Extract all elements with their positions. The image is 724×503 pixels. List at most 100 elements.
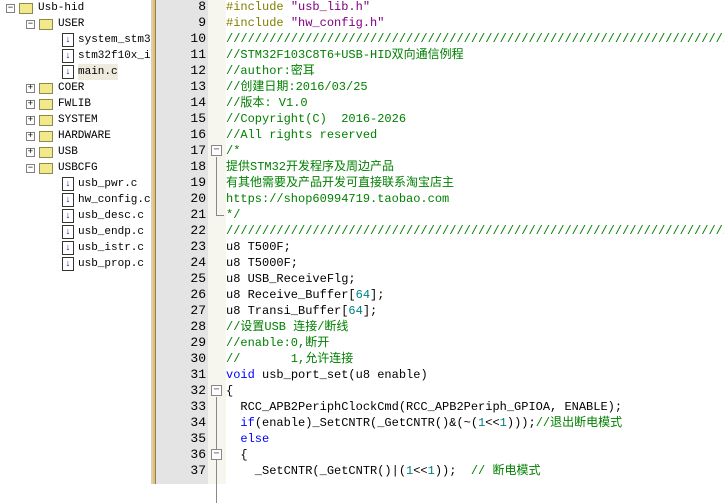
- tree-row[interactable]: − USBCFG: [26, 160, 98, 176]
- expand-toggle-icon[interactable]: +: [26, 115, 35, 125]
- fold-collapse-icon[interactable]: −: [211, 385, 222, 396]
- c-file-icon: ↓: [62, 241, 74, 255]
- expand-toggle-icon[interactable]: +: [26, 99, 35, 109]
- line-number: 23: [190, 239, 206, 254]
- code-line[interactable]: void usb_port_set(u8 enable): [226, 367, 428, 383]
- folder-icon: [39, 146, 53, 158]
- code-line[interactable]: // 1,允许连接: [226, 351, 353, 367]
- tree-row[interactable]: ↓ stm32f10x_i: [62, 48, 151, 64]
- code-token: u8 Receive_Buffer[: [226, 288, 356, 302]
- code-line[interactable]: /*: [226, 143, 240, 159]
- code-line[interactable]: _SetCNTR(_GetCNTR()|(1<<1)); // 断电模式: [226, 463, 541, 479]
- code-line[interactable]: 有其他需要及产品开发可直接联系淘宝店主: [226, 175, 454, 191]
- c-file-icon: ↓: [62, 33, 74, 47]
- code-line[interactable]: //All rights reserved: [226, 127, 377, 143]
- code-line[interactable]: 提供STM32开发程序及周边产品: [226, 159, 394, 175]
- tree-row[interactable]: ↓ system_stm3: [62, 32, 151, 48]
- tree-row[interactable]: ↓ usb_prop.c: [62, 256, 144, 272]
- folder-icon: [39, 18, 53, 30]
- code-token: _SetCNTR(_GetCNTR()|(: [226, 464, 407, 478]
- line-number: 31: [190, 367, 206, 382]
- expand-toggle-icon[interactable]: +: [26, 83, 35, 93]
- code-token: if: [240, 416, 255, 430]
- code-token: (enable)_SetCNTR(_GetCNTR()&(~(: [254, 416, 479, 430]
- tree-root-label: Usb-hid: [38, 2, 85, 14]
- code-token: //Copyright(C) 2016-2026: [226, 112, 407, 126]
- code-line[interactable]: u8 USB_ReceiveFlg;: [226, 271, 356, 287]
- fold-collapse-icon[interactable]: −: [211, 145, 222, 156]
- code-line[interactable]: https://shop60994719.taobao.com: [226, 191, 449, 207]
- code-line[interactable]: u8 T500F;: [226, 239, 291, 255]
- code-line[interactable]: //设置USB 连接/断线: [226, 319, 348, 335]
- code-token: ];: [362, 304, 378, 318]
- c-file-icon: ↓: [62, 225, 74, 239]
- code-line[interactable]: */: [226, 207, 240, 223]
- code-token: 1: [499, 416, 507, 430]
- code-token: //All rights reserved: [226, 128, 378, 142]
- code-token: //author:密耳: [226, 64, 315, 78]
- tree-row[interactable]: ↓ usb_pwr.c: [62, 176, 137, 192]
- code-line[interactable]: else: [226, 431, 269, 447]
- line-number: 18: [190, 159, 206, 174]
- code-token: //设置USB 连接/断线: [226, 320, 349, 334]
- tree-row[interactable]: − Usb-hid: [6, 0, 84, 16]
- tree-file-label: usb_endp.c: [78, 226, 145, 238]
- collapse-toggle-icon[interactable]: −: [26, 19, 35, 29]
- fold-line: [216, 461, 217, 503]
- folder-icon: [39, 82, 53, 94]
- code-line[interactable]: ////////////////////////////////////////…: [226, 223, 724, 239]
- tree-row[interactable]: ↓ main.c: [62, 64, 118, 80]
- code-line[interactable]: //author:密耳: [226, 63, 315, 79]
- code-line[interactable]: //创建日期:2016/03/25: [226, 79, 368, 95]
- line-number: 24: [190, 255, 206, 270]
- expand-toggle-icon[interactable]: +: [26, 131, 35, 141]
- tree-row[interactable]: + USB: [26, 144, 78, 160]
- code-token: /*: [226, 144, 241, 158]
- c-file-icon: ↓: [62, 65, 74, 79]
- tree-row[interactable]: ↓ usb_endp.c: [62, 224, 144, 240]
- tree-row[interactable]: ↓ hw_config.c: [62, 192, 151, 208]
- tree-row[interactable]: + HARDWARE: [26, 128, 111, 144]
- project-tree[interactable]: − Usb-hid − USER ↓ system_stm3 ↓ stm32f10x_i ↓ ma…: [0, 0, 151, 484]
- line-number: 20: [190, 191, 206, 206]
- collapse-toggle-icon[interactable]: −: [26, 163, 35, 173]
- code-token: //创建日期:2016/03/25: [226, 80, 368, 94]
- code-line[interactable]: u8 Receive_Buffer[64];: [226, 287, 384, 303]
- code-line[interactable]: //Copyright(C) 2016-2026: [226, 111, 406, 127]
- code-token: usb_port_set(u8 enable): [254, 368, 428, 382]
- code-line[interactable]: //版本: V1.0: [226, 95, 308, 111]
- fold-margin: [208, 0, 226, 484]
- tree-file-label: hw_config.c: [78, 194, 151, 206]
- line-number: 21: [190, 207, 206, 222]
- tree-file-label: usb_istr.c: [78, 242, 145, 254]
- tree-group-label: COER: [58, 82, 85, 94]
- line-number: 27: [190, 303, 206, 318]
- expand-toggle-icon[interactable]: +: [26, 147, 35, 157]
- code-line[interactable]: if(enable)_SetCNTR(_GetCNTR()&(~(1<<1)))…: [226, 415, 622, 431]
- code-line[interactable]: #include "hw_config.h": [226, 15, 384, 31]
- code-token: void: [226, 368, 255, 382]
- line-number: 33: [190, 399, 206, 414]
- code-line[interactable]: //enable:0,断开: [226, 335, 329, 351]
- tree-row[interactable]: + COER: [26, 80, 84, 96]
- fold-collapse-icon[interactable]: −: [211, 449, 222, 460]
- code-line[interactable]: RCC_APB2PeriphClockCmd(RCC_APB2Periph_GP…: [226, 399, 622, 415]
- tree-file-label: usb_desc.c: [78, 210, 145, 222]
- tree-row[interactable]: − USER: [26, 16, 84, 32]
- code-line[interactable]: #include "usb_lib.h": [226, 0, 370, 15]
- collapse-toggle-icon[interactable]: −: [6, 3, 15, 13]
- tree-row[interactable]: + FWLIB: [26, 96, 91, 112]
- fold-end-mark: [216, 215, 224, 216]
- code-token: RCC_APB2PeriphClockCmd(RCC_APB2Periph_GP…: [226, 400, 623, 414]
- code-token: {: [226, 448, 248, 462]
- tree-row[interactable]: ↓ usb_istr.c: [62, 240, 144, 256]
- code-line[interactable]: {: [226, 383, 233, 399]
- code-token: 1: [427, 464, 435, 478]
- code-line[interactable]: //STM32F103C8T6+USB-HID双向通信例程: [226, 47, 464, 63]
- code-line[interactable]: ////////////////////////////////////////…: [226, 31, 724, 47]
- code-line[interactable]: {: [226, 447, 248, 463]
- tree-row[interactable]: ↓ usb_desc.c: [62, 208, 144, 224]
- code-line[interactable]: u8 Transi_Buffer[64];: [226, 303, 377, 319]
- code-line[interactable]: u8 T5000F;: [226, 255, 298, 271]
- tree-row[interactable]: + SYSTEM: [26, 112, 98, 128]
